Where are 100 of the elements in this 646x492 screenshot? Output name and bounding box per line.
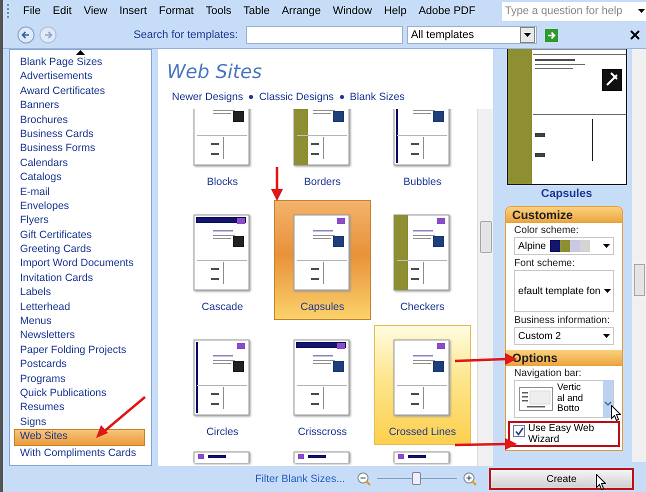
menu-item[interactable]: Table [237,5,276,17]
template-thumbnail [393,451,452,463]
category-item[interactable]: Menus [12,314,149,328]
template-thumbnail [193,451,252,463]
template-name: Crossed Lines [388,426,456,438]
template-name: Circles [206,426,238,438]
design-filter-link[interactable]: Blank Sizes [350,91,405,103]
category-item[interactable]: Blank Page Sizes [12,55,149,70]
template-tile[interactable]: Bubbles [374,109,471,195]
design-filter-link[interactable]: Classic Designs [259,91,334,103]
dropdown-arrow-icon[interactable] [603,244,610,248]
template-tile[interactable]: Checkers [374,200,471,320]
template-thumbnail [393,109,452,167]
menu-item[interactable]: View [78,5,114,17]
template-tile[interactable]: Cascade [174,200,271,320]
menu-item[interactable]: Edit [46,5,78,17]
menu-item[interactable]: Insert [113,5,153,17]
category-item[interactable]: Flyers [12,213,149,228]
template-thumbnail [293,451,352,463]
template-tile[interactable]: Capsules [274,200,371,320]
category-item[interactable]: Business Forms [12,141,149,156]
category-item[interactable]: Quick Publications [12,386,149,400]
zoom-slider[interactable] [377,472,457,486]
template-name: Capsules [300,301,344,313]
close-icon[interactable] [630,30,640,40]
category-item[interactable]: Resumes [12,400,149,415]
create-button[interactable]: Create [489,468,634,490]
zoom-in-icon[interactable] [463,472,477,486]
go-icon[interactable] [545,28,558,42]
category-item[interactable]: Web Sites [14,429,145,446]
help-search-field[interactable]: Type a question for help [502,2,646,20]
menu-item[interactable]: Tools [200,5,238,17]
font-scheme-label: Font scheme: [514,258,576,269]
category-item[interactable]: Gift Certificates [12,228,149,242]
menu-item[interactable]: Arrange [276,5,327,17]
bullet-icon [249,95,254,99]
category-item[interactable]: Postcards [12,357,149,372]
category-item[interactable]: Letterhead [12,300,149,314]
template-thumbnail [193,109,252,167]
template-scope-dropdown[interactable]: All templates [407,26,537,44]
dropdown-arrow-icon[interactable] [524,33,531,37]
menu-item[interactable]: Help [378,5,413,17]
customize-header: Customize [506,207,622,223]
back-icon[interactable] [17,26,35,44]
business-info-label: Business information: [514,315,611,326]
category-item[interactable]: Envelopes [12,198,149,214]
category-item[interactable]: Advertisements [12,69,149,84]
preview-title: Capsules [540,188,594,200]
scroll-up-icon[interactable] [76,50,85,55]
zoom-out-icon[interactable] [357,472,371,486]
template-name: Crisscross [298,426,347,438]
navigation-bar-value: Vertical and Botto [557,383,584,415]
bullet-icon [340,95,344,99]
dropdown-arrow-icon[interactable] [604,289,612,293]
template-name: Blocks [206,176,238,188]
menu-item[interactable]: Window [326,5,378,17]
category-item[interactable]: Calendars [12,156,149,170]
category-item[interactable]: Catalogs [12,170,149,185]
category-item[interactable]: E-mail [12,184,149,199]
business-info-dropdown[interactable]: Custom 2 [514,327,614,345]
slider-thumb[interactable] [412,472,421,485]
scrollbar[interactable] [477,109,494,466]
menu-item[interactable]: Adobe PDF [412,5,482,17]
category-item[interactable]: Brochures [12,112,149,127]
category-item[interactable]: Signs [12,414,149,430]
category-item[interactable]: Labels [12,285,149,300]
template-name: Cascade [202,301,244,313]
template-tile[interactable]: Borders [274,109,371,195]
category-item[interactable]: Banners [12,98,149,113]
category-item[interactable]: Greeting Cards [12,242,149,256]
annotation-arrow [455,437,517,451]
font-scheme-dropdown[interactable]: efault template fon [514,270,614,312]
category-item[interactable]: Paper Folding Projects [12,342,149,358]
category-item[interactable]: Import Word Documents [12,256,149,271]
design-filter-link[interactable]: Newer Designs [172,91,244,103]
template-tile[interactable]: Circles [174,325,271,445]
menu-item[interactable]: Format [152,5,200,17]
template-tile[interactable]: Crossed Lines [374,325,471,445]
category-item[interactable]: Invitation Cards [12,270,149,286]
category-item[interactable]: Business Cards [12,126,149,142]
dropdown-arrow-icon[interactable] [603,334,610,338]
search-field[interactable] [246,26,403,44]
category-item[interactable]: Newsletters [12,328,149,343]
filter-link[interactable]: Filter Blank Sizes... [255,473,345,485]
template-tile[interactable]: Blocks [174,109,271,195]
color-scheme-label: Color scheme: [514,225,580,236]
mouse-pointer-icon [596,474,606,490]
category-item[interactable]: Programs [12,372,149,386]
color-scheme-dropdown[interactable]: Alpine [514,237,614,255]
category-item[interactable]: With Compliments Cards [12,446,149,460]
check-icon [514,426,524,436]
menu-item[interactable]: File [17,5,47,17]
category-item[interactable]: Award Certificates [12,84,149,98]
easy-web-wizard-checkbox[interactable]: Use Easy Web Wizard [508,421,620,447]
dropdown-arrow-icon[interactable] [636,9,646,13]
scrollbar[interactable] [632,49,646,462]
template-tile[interactable]: Crisscross [274,325,371,445]
navigation-layout-icon [519,387,554,411]
search-label: Search for templates: [133,29,238,41]
template-name: Borders [304,176,341,188]
